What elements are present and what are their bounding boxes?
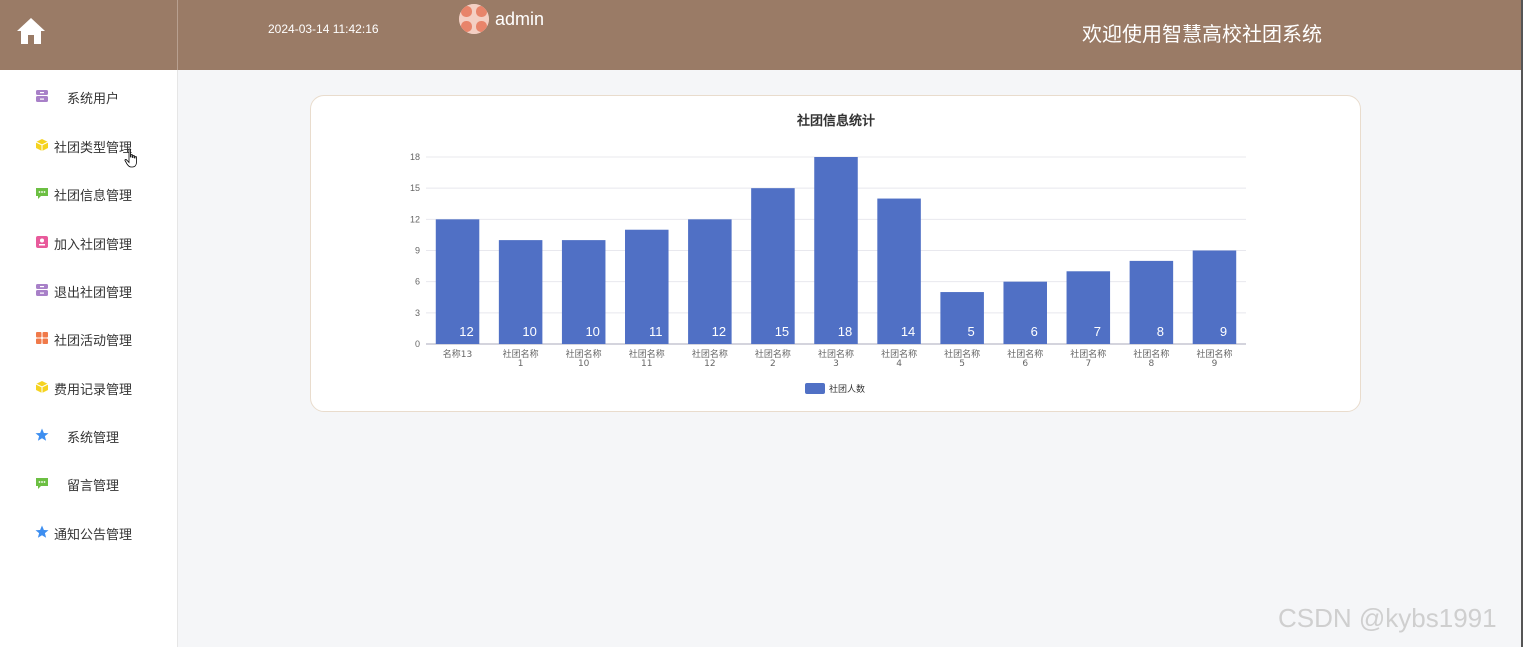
top-header: 2024-03-14 11:42:16 admin 欢迎使用智慧高校社团系统 xyxy=(0,0,1521,70)
sidebar-item-label: 通知公告管理 xyxy=(54,528,133,543)
bar xyxy=(877,198,921,344)
x-tick-label: 10 xyxy=(578,359,590,369)
y-tick-label: 15 xyxy=(410,183,420,193)
bar-chart: 社团信息统计 036912151812名称1310社团名称110社团名称1011… xyxy=(410,113,1246,395)
welcome-title: 欢迎使用智慧高校社团系统 xyxy=(1082,22,1322,46)
sidebar: 系统用户 社团类型管理 社团信息管理 加入社团管理 退出社团管理 社团活动管理 xyxy=(0,70,178,647)
grid-icon xyxy=(35,331,49,345)
chat-icon xyxy=(35,476,49,490)
x-tick-label: 8 xyxy=(1149,359,1155,369)
x-tick-label: 名称13 xyxy=(443,348,472,360)
watermark: CSDN @kybs1991 xyxy=(1278,603,1497,633)
sidebar-item-system-users[interactable]: 系统用户 xyxy=(0,76,177,116)
datetime-display: 2024-03-14 11:42:16 xyxy=(268,22,379,36)
sidebar-item-label: 系统管理 xyxy=(67,431,120,446)
home-button[interactable] xyxy=(0,0,178,70)
x-tick-label: 1 xyxy=(518,359,524,369)
y-tick-label: 18 xyxy=(410,152,420,162)
sidebar-item-notice[interactable]: 通知公告管理 xyxy=(0,512,177,552)
sidebar-item-message[interactable]: 留言管理 xyxy=(0,463,177,503)
sidebar-item-label: 社团信息管理 xyxy=(54,189,133,204)
bar xyxy=(751,188,795,344)
y-tick-label: 12 xyxy=(410,214,420,224)
sidebar-item-system-management[interactable]: 系统管理 xyxy=(0,415,177,455)
sidebar-item-label: 费用记录管理 xyxy=(54,383,133,398)
cube-icon xyxy=(35,138,49,152)
bar-value-label: 12 xyxy=(459,324,473,339)
star-icon xyxy=(35,525,49,539)
bar-value-label: 8 xyxy=(1157,324,1164,339)
y-tick-label: 9 xyxy=(415,246,420,256)
chart-title: 社团信息统计 xyxy=(796,113,875,129)
sidebar-item-label: 退出社团管理 xyxy=(54,286,133,301)
x-tick-label: 2 xyxy=(770,359,776,369)
x-tick-label: 11 xyxy=(641,359,652,369)
bar xyxy=(814,157,858,344)
bar xyxy=(940,292,984,344)
y-tick-label: 0 xyxy=(415,339,420,349)
avatar-icon xyxy=(459,4,489,34)
bar-value-label: 5 xyxy=(968,324,975,339)
bar xyxy=(1066,271,1111,344)
x-tick-label: 9 xyxy=(1212,359,1218,369)
sidebar-item-label: 留言管理 xyxy=(67,479,120,494)
x-tick-label: 12 xyxy=(704,359,715,369)
y-tick-label: 3 xyxy=(415,308,420,318)
sidebar-item-club-activity[interactable]: 社团活动管理 xyxy=(0,318,177,358)
username[interactable]: admin xyxy=(495,9,544,30)
bar-value-label: 12 xyxy=(712,324,726,339)
star-icon xyxy=(35,428,49,442)
sidebar-item-club-type[interactable]: 社团类型管理 xyxy=(0,125,177,165)
sidebar-item-label: 加入社团管理 xyxy=(54,238,133,253)
bar xyxy=(1129,260,1174,344)
sidebar-item-fee-records[interactable]: 费用记录管理 xyxy=(0,367,177,407)
bar-value-label: 15 xyxy=(775,324,789,339)
sidebar-item-club-info[interactable]: 社团信息管理 xyxy=(0,173,177,213)
bar xyxy=(1003,281,1047,344)
archive-icon xyxy=(35,283,49,297)
x-tick-label: 7 xyxy=(1085,359,1091,369)
x-tick-label: 4 xyxy=(896,359,902,369)
bar-value-label: 9 xyxy=(1220,324,1227,339)
archive-icon xyxy=(35,89,49,103)
chat-icon xyxy=(35,186,49,200)
cube-icon xyxy=(35,380,49,394)
sidebar-item-quit-club[interactable]: 退出社团管理 xyxy=(0,270,177,310)
x-tick-label: 5 xyxy=(959,359,965,369)
sidebar-item-label: 社团活动管理 xyxy=(54,334,133,349)
bar-value-label: 10 xyxy=(585,324,599,339)
bar-value-label: 11 xyxy=(649,324,663,339)
home-icon xyxy=(17,18,45,44)
bar-value-label: 6 xyxy=(1031,324,1038,339)
avatar[interactable] xyxy=(459,4,489,34)
x-tick-label: 3 xyxy=(833,359,839,369)
bar-value-label: 18 xyxy=(838,324,852,339)
x-tick-label: 6 xyxy=(1022,359,1028,369)
bar xyxy=(1192,250,1237,344)
bar-value-label: 7 xyxy=(1094,324,1101,339)
sidebar-item-label: 社团类型管理 xyxy=(54,141,133,156)
legend-label: 社团人数 xyxy=(829,383,865,395)
y-tick-label: 6 xyxy=(415,277,420,287)
legend-swatch xyxy=(805,383,825,394)
sidebar-item-join-club[interactable]: 加入社团管理 xyxy=(0,222,177,262)
bar-value-label: 14 xyxy=(901,324,915,339)
hand-cursor-icon xyxy=(124,148,137,168)
chart-card: 社团信息统计 0 3 6 9 12 15 18 12 名称13 10 社团名称 1 10 社团名称 10 11… xyxy=(310,95,1361,412)
badge-icon xyxy=(35,235,49,249)
sidebar-item-label: 系统用户 xyxy=(67,92,120,107)
bar-value-label: 10 xyxy=(522,324,536,339)
